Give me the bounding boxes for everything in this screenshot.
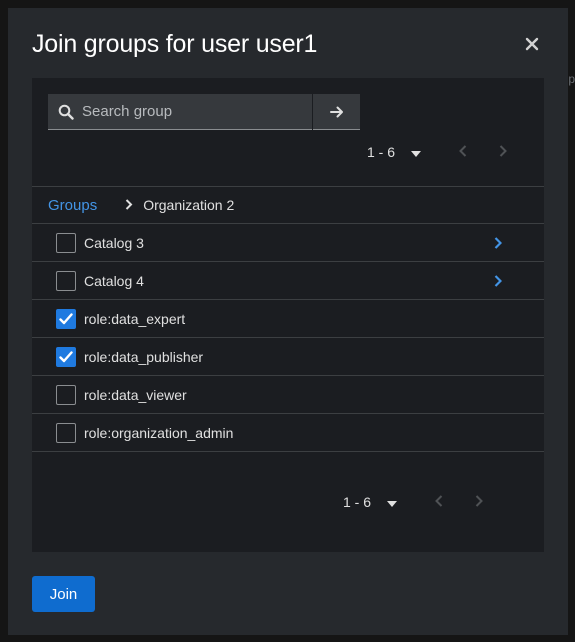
search-submit-button[interactable] [313,94,360,130]
chevron-right-icon[interactable] [475,494,483,510]
group-checkbox[interactable] [56,232,76,253]
close-icon[interactable] [524,36,540,52]
chevron-right-icon[interactable] [494,236,503,252]
group-row: role:data_viewer [32,376,544,414]
chevron-right-icon [125,197,133,214]
pagination-range: 1 - 6 [343,494,372,510]
group-checkbox[interactable] [56,346,76,367]
search-input[interactable] [82,103,302,120]
search-field[interactable] [48,94,312,130]
group-label: role:data_viewer [84,386,187,403]
chevron-right-icon[interactable] [499,144,507,160]
caret-down-icon[interactable] [387,494,397,510]
group-row: role:organization_admin [32,414,544,452]
group-label: role:organization_admin [84,424,234,441]
group-checkbox[interactable] [56,422,76,443]
group-checkbox[interactable] [56,384,76,405]
checkmark-icon [59,350,73,362]
checkmark-icon [59,312,73,324]
group-row: role:data_publisher [32,338,544,376]
pagination-top: 1 - 6 [367,144,507,160]
join-groups-modal: Join groups for user user1 1 - 6 Groups [8,8,568,635]
group-row: Catalog 4 [32,262,544,300]
group-label: role:data_publisher [84,348,204,365]
group-checkbox[interactable] [56,308,76,329]
chevron-right-icon[interactable] [494,274,503,290]
breadcrumb: Groups Organization 2 [32,186,544,224]
group-row: Catalog 3 [32,224,544,262]
chevron-left-icon[interactable] [459,144,467,160]
modal-title: Join groups for user user1 [32,30,318,58]
pagination-bottom: 1 - 6 [343,494,483,510]
pagination-range: 1 - 6 [367,144,396,160]
group-list: Catalog 3 Catalog 4 role:data_expert rol… [32,224,544,452]
group-row: role:data_expert [32,300,544,338]
chevron-left-icon[interactable] [435,494,443,510]
group-label: Catalog 3 [84,234,144,251]
group-checkbox[interactable] [56,270,76,291]
breadcrumb-current: Organization 2 [143,197,235,213]
breadcrumb-groups-link[interactable]: Groups [48,197,97,214]
caret-down-icon[interactable] [411,144,421,160]
arrow-right-icon [329,106,343,117]
join-button[interactable]: Join [32,576,95,612]
group-label: Catalog 4 [84,272,144,289]
groups-panel: 1 - 6 Groups Organization 2 Catalog 3 [32,78,544,552]
backdrop-edge-glyph: p [568,72,575,86]
search-icon [58,104,74,120]
group-label: role:data_expert [84,310,186,327]
